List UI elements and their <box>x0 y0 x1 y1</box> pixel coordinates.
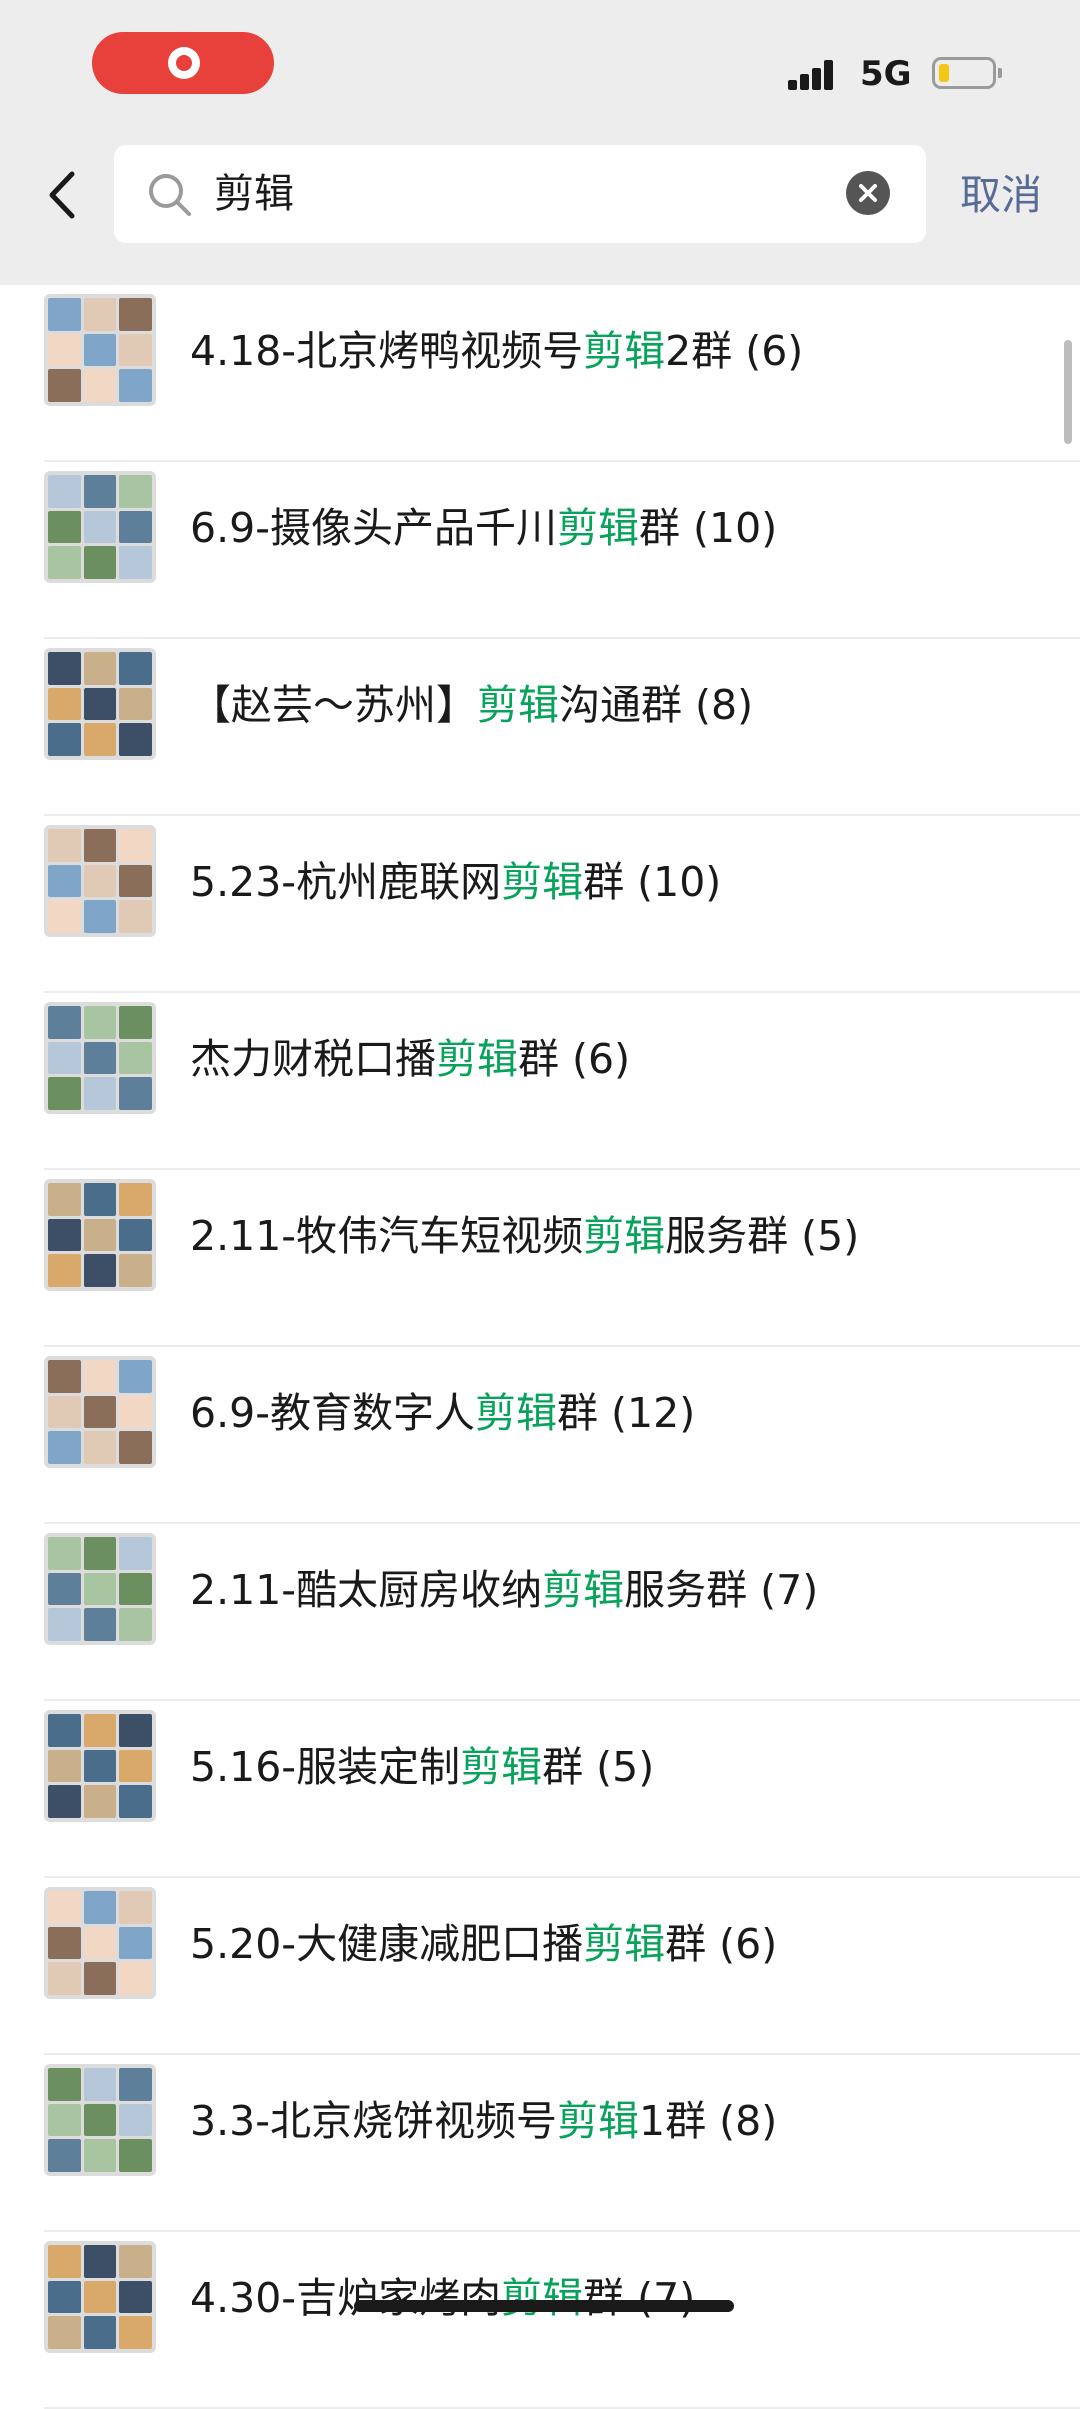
scrollbar[interactable] <box>1064 340 1072 444</box>
group-avatar <box>44 1002 156 1114</box>
group-avatar <box>44 471 156 583</box>
list-item[interactable]: 4.30-吉炉家烤肉剪辑群 (7) <box>0 2232 1080 2409</box>
group-name: 2.11-酷太厨房收纳剪辑服务群 (7) <box>190 1566 819 1614</box>
keyword-highlight: 剪辑 <box>557 2097 639 2145</box>
group-name: 6.9-教育数字人剪辑群 (12) <box>190 1389 696 1437</box>
group-name: 6.9-摄像头产品千川剪辑群 (10) <box>190 504 778 552</box>
group-avatar <box>44 1356 156 1468</box>
battery-level <box>939 64 949 82</box>
group-name: 5.20-大健康减肥口播剪辑群 (6) <box>190 1920 778 1968</box>
keyword-highlight: 剪辑 <box>475 1389 557 1437</box>
record-icon <box>168 47 200 79</box>
clear-icon <box>859 184 877 202</box>
list-item[interactable]: 6.9-摄像头产品千川剪辑群 (10) <box>0 462 1080 639</box>
group-avatar <box>44 648 156 760</box>
group-name: 2.11-牧伟汽车短视频剪辑服务群 (5) <box>190 1212 860 1260</box>
group-name: 3.3-北京烧饼视频号剪辑1群 (8) <box>190 2097 778 2145</box>
list-item[interactable]: 【赵芸～苏州】剪辑沟通群 (8) <box>0 639 1080 816</box>
group-name: 【赵芸～苏州】剪辑沟通群 (8) <box>190 681 754 729</box>
group-name: 5.23-杭州鹿联网剪辑群 (10) <box>190 858 722 906</box>
keyword-highlight: 剪辑 <box>557 504 639 552</box>
status-bar: 5G <box>0 0 1080 130</box>
list-item[interactable]: 2.11-牧伟汽车短视频剪辑服务群 (5) <box>0 1170 1080 1347</box>
list-item[interactable]: 杰力财税口播剪辑群 (6) <box>0 993 1080 1170</box>
group-avatar <box>44 1533 156 1645</box>
back-button[interactable] <box>40 160 90 230</box>
list-item[interactable]: 5.23-杭州鹿联网剪辑群 (10) <box>0 816 1080 993</box>
keyword-highlight: 剪辑 <box>460 1743 543 1791</box>
home-indicator[interactable] <box>354 2300 734 2312</box>
list-item[interactable]: 3.3-北京烧饼视频号剪辑1群 (8) <box>0 2055 1080 2232</box>
search-icon <box>149 174 191 216</box>
list-item[interactable]: 5.16-服装定制剪辑群 (5) <box>0 1701 1080 1878</box>
group-avatar <box>44 1887 156 1999</box>
keyword-highlight: 剪辑 <box>583 1920 666 1968</box>
list-item[interactable]: 6.9-教育数字人剪辑群 (12) <box>0 1347 1080 1524</box>
group-avatar <box>44 294 156 406</box>
back-icon <box>49 171 75 219</box>
keyword-highlight: 剪辑 <box>542 1566 625 1614</box>
battery-icon <box>932 57 1002 89</box>
search-box[interactable]: 剪辑 <box>114 145 926 243</box>
list-item[interactable]: 4.18-北京烤鸭视频号剪辑2群 (6) <box>0 285 1080 462</box>
group-name: 4.30-吉炉家烤肉剪辑群 (7) <box>190 2274 696 2322</box>
group-avatar <box>44 2064 156 2176</box>
group-name: 5.16-服装定制剪辑群 (5) <box>190 1743 655 1791</box>
list-item[interactable]: 2.11-酷太厨房收纳剪辑服务群 (7) <box>0 1524 1080 1701</box>
keyword-highlight: 剪辑 <box>501 858 584 906</box>
group-name: 4.18-北京烤鸭视频号剪辑2群 (6) <box>190 327 804 375</box>
list-item[interactable]: 5.20-大健康减肥口播剪辑群 (6) <box>0 1878 1080 2055</box>
group-name: 杰力财税口播剪辑群 (6) <box>190 1035 631 1083</box>
search-input[interactable]: 剪辑 <box>214 163 294 225</box>
network-type: 5G <box>860 54 912 94</box>
keyword-highlight: 剪辑 <box>436 1035 518 1083</box>
keyword-highlight: 剪辑 <box>583 327 666 375</box>
screen-recording-indicator[interactable] <box>92 32 274 94</box>
keyword-highlight: 剪辑 <box>583 1212 666 1260</box>
keyword-highlight: 剪辑 <box>501 2274 584 2322</box>
group-avatar <box>44 2241 156 2353</box>
clear-search-button[interactable] <box>846 171 890 215</box>
signal-icon <box>788 58 842 90</box>
group-avatar <box>44 1179 156 1291</box>
group-avatar <box>44 825 156 937</box>
keyword-highlight: 剪辑 <box>477 681 559 729</box>
group-avatar <box>44 1710 156 1822</box>
cancel-button[interactable]: 取消 <box>960 160 1042 230</box>
